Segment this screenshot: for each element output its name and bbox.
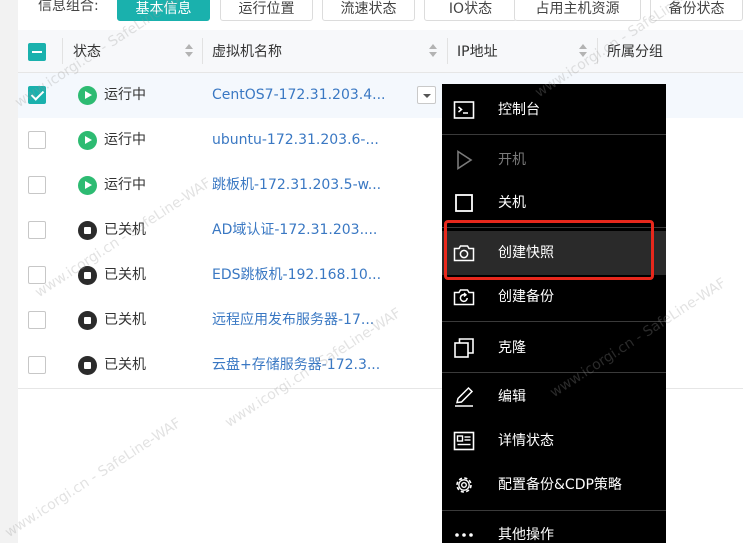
row-checkbox[interactable] (28, 176, 46, 194)
gear-icon (456, 477, 472, 493)
sort-vm-name-icon[interactable] (429, 44, 437, 58)
status-text: 已关机 (104, 357, 146, 373)
table-header: 状态 虚拟机名称 IP地址 所属分组 (18, 30, 743, 73)
menu-item-power-off[interactable]: 关机 (442, 181, 666, 225)
row-checkbox[interactable] (28, 266, 46, 284)
menu-item-more-actions[interactable]: 其他操作 (442, 513, 666, 543)
select-all-checkbox[interactable] (28, 43, 46, 61)
status-text: 已关机 (104, 312, 146, 328)
column-ip-header[interactable]: IP地址 (457, 30, 498, 72)
stopped-status-icon (78, 311, 97, 330)
sort-status-icon[interactable] (185, 44, 193, 58)
vm-name-link[interactable]: AD域认证-172.31.203.... (212, 208, 377, 253)
menu-divider (442, 321, 666, 322)
menu-divider (442, 510, 666, 511)
menu-divider (442, 134, 666, 135)
status-text: 运行中 (104, 87, 146, 103)
status-text: 已关机 (104, 222, 146, 238)
backup-icon (453, 289, 475, 306)
stopped-status-icon (78, 221, 97, 240)
menu-label: 关机 (498, 195, 526, 211)
menu-item-backup-cdp-policy[interactable]: 配置备份&CDP策略 (442, 463, 666, 507)
stopped-status-icon (78, 266, 97, 285)
stopped-status-icon (78, 356, 97, 375)
detail-icon (453, 431, 475, 451)
filter-io-status-button[interactable]: IO状态 (424, 0, 517, 21)
row-checkbox[interactable] (28, 131, 46, 149)
menu-label: 创建备份 (498, 289, 554, 305)
row-checkbox[interactable] (28, 86, 46, 104)
menu-label: 控制台 (498, 102, 540, 118)
filter-backup-status-button[interactable]: 备份状态 (650, 0, 743, 21)
vm-name-link[interactable]: ubuntu-172.31.203.6-... (212, 118, 379, 163)
vm-name-link[interactable]: EDS跳板机-192.168.10... (212, 253, 381, 298)
running-status-icon (78, 176, 97, 195)
row-actions-dropdown[interactable] (417, 86, 436, 104)
menu-item-console[interactable]: 控制台 (442, 88, 666, 132)
menu-divider (442, 372, 666, 373)
column-group-header[interactable]: 所属分组 (607, 30, 663, 72)
menu-item-create-backup[interactable]: 创建备份 (442, 275, 666, 319)
menu-label: 详情状态 (498, 433, 554, 449)
left-edge-panel (0, 0, 18, 543)
menu-item-power-on[interactable]: 开机 (442, 138, 666, 182)
watermark-text: www.icorgi.cn - SafeLine-WAF (2, 415, 185, 541)
running-status-icon (78, 131, 97, 150)
column-vm-name-header[interactable]: 虚拟机名称 (212, 30, 282, 72)
status-text: 运行中 (104, 132, 146, 148)
filter-host-resource-button[interactable]: 占用主机资源 (514, 0, 641, 21)
filter-run-location-button[interactable]: 运行位置 (220, 0, 313, 21)
row-checkbox[interactable] (28, 356, 46, 374)
vm-name-link[interactable]: 远程应用发布服务器-17... (212, 298, 374, 343)
menu-label: 其他操作 (498, 527, 554, 543)
info-combination-label: 信息组合: (38, 0, 99, 14)
menu-label: 克隆 (498, 340, 526, 356)
more-icon (455, 533, 473, 537)
status-text: 运行中 (104, 177, 146, 193)
menu-label: 编辑 (498, 389, 526, 405)
filter-flow-status-button[interactable]: 流速状态 (322, 0, 415, 21)
console-icon (453, 101, 475, 119)
vm-name-link[interactable]: 跳板机-172.31.203.5-w... (212, 163, 381, 208)
menu-label: 配置备份&CDP策略 (498, 477, 622, 493)
vm-name-link[interactable]: CentOS7-172.31.203.4... (212, 73, 385, 118)
info-combination-bar: 信息组合: 基本信息 运行位置 流速状态 IO状态 占用主机资源 备份状态 (18, 0, 743, 26)
stop-icon (455, 194, 473, 212)
menu-item-detail-status[interactable]: 详情状态 (442, 419, 666, 463)
row-checkbox[interactable] (28, 221, 46, 239)
column-status-header[interactable]: 状态 (73, 30, 101, 72)
sort-ip-icon[interactable] (579, 44, 587, 58)
snapshot-highlight-box (444, 220, 654, 280)
edit-icon (455, 386, 474, 407)
play-icon (457, 150, 473, 170)
status-text: 已关机 (104, 267, 146, 283)
column-divider (447, 38, 448, 64)
column-divider (597, 38, 598, 64)
running-status-icon (78, 86, 97, 105)
menu-label: 开机 (498, 152, 526, 168)
vm-context-menu: 控制台 开机 关机 创建快照 创建备份 克隆 编辑 详情状态 配置备份&CDP策… (442, 84, 666, 543)
filter-basic-info-button[interactable]: 基本信息 (117, 0, 210, 21)
vm-name-link[interactable]: 云盘+存储服务器-172.3... (212, 343, 380, 388)
column-divider (202, 38, 203, 64)
column-divider (62, 38, 63, 64)
menu-item-clone[interactable]: 克隆 (442, 326, 666, 370)
row-checkbox[interactable] (28, 311, 46, 329)
clone-icon (454, 338, 474, 358)
menu-item-edit[interactable]: 编辑 (442, 375, 666, 419)
